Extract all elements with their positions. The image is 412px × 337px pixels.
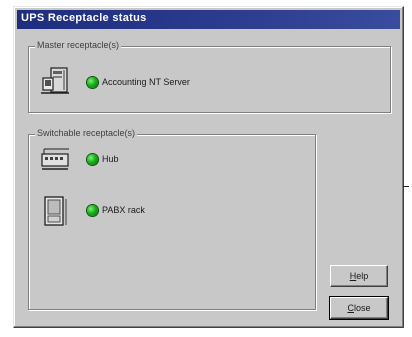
ups-receptacle-status-dialog: UPS Receptacle status Master receptacle(… <box>13 6 404 328</box>
callout-leader-line <box>403 186 409 187</box>
switchable-receptacles-group: Switchable receptacle(s) Hub PABX rack <box>28 128 316 310</box>
help-button[interactable]: Help <box>330 265 388 287</box>
switchable-item-hub: Hub <box>39 145 299 175</box>
master-receptacles-legend: Master receptacle(s) <box>35 40 122 50</box>
switchable-item-pabx-rack: PABX rack <box>39 196 299 226</box>
item-label: PABX rack <box>102 205 145 215</box>
server-icon <box>41 67 69 94</box>
status-led-on <box>87 154 98 165</box>
close-button-label: lose <box>353 303 371 313</box>
item-label: Hub <box>102 154 119 164</box>
master-item-accounting-server: Accounting NT Server <box>39 66 339 96</box>
master-receptacles-group: Master receptacle(s) Accounting NT Serve… <box>28 40 391 113</box>
window-title: UPS Receptacle status <box>21 12 147 24</box>
close-button[interactable]: Close <box>329 296 389 320</box>
switchable-receptacles-legend: Switchable receptacle(s) <box>35 128 138 138</box>
item-label: Accounting NT Server <box>102 77 190 87</box>
status-led-on <box>87 205 98 216</box>
rack-icon <box>44 196 67 226</box>
hub-icon <box>41 148 69 170</box>
status-led-on <box>87 77 98 88</box>
title-bar[interactable]: UPS Receptacle status <box>17 10 400 29</box>
help-button-label: elp <box>356 271 369 281</box>
